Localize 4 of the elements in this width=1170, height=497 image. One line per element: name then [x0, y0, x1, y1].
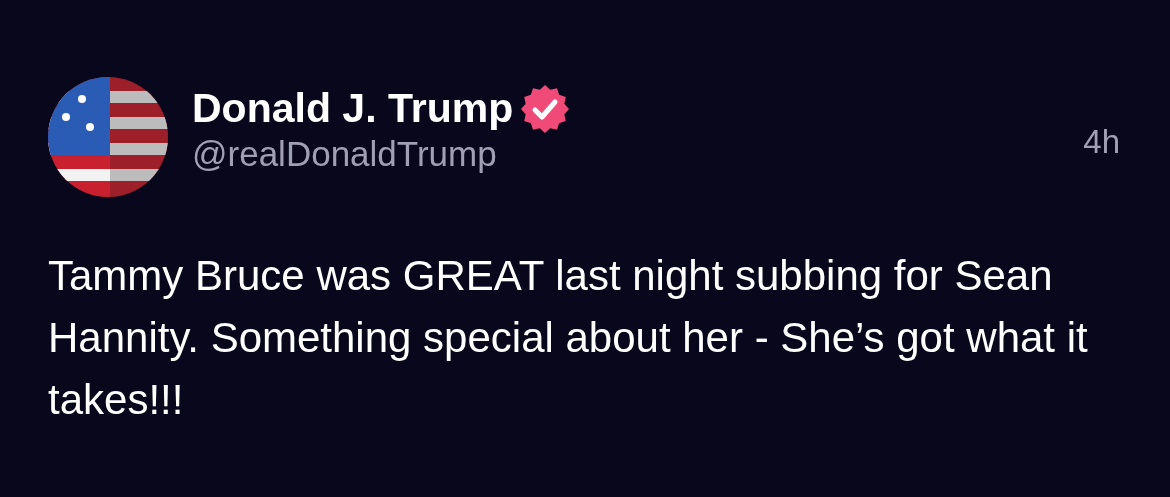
post-time: 4h: [1083, 122, 1120, 162]
post-text: Tammy Bruce was GREAT last night subbing for Sean Hannity. Something special about her - She’s got what it takes!!!: [48, 251, 1089, 425]
author-name[interactable]: Donald J. Trump: [192, 86, 514, 132]
author-handle[interactable]: @realDonaldTrump: [192, 133, 1084, 175]
